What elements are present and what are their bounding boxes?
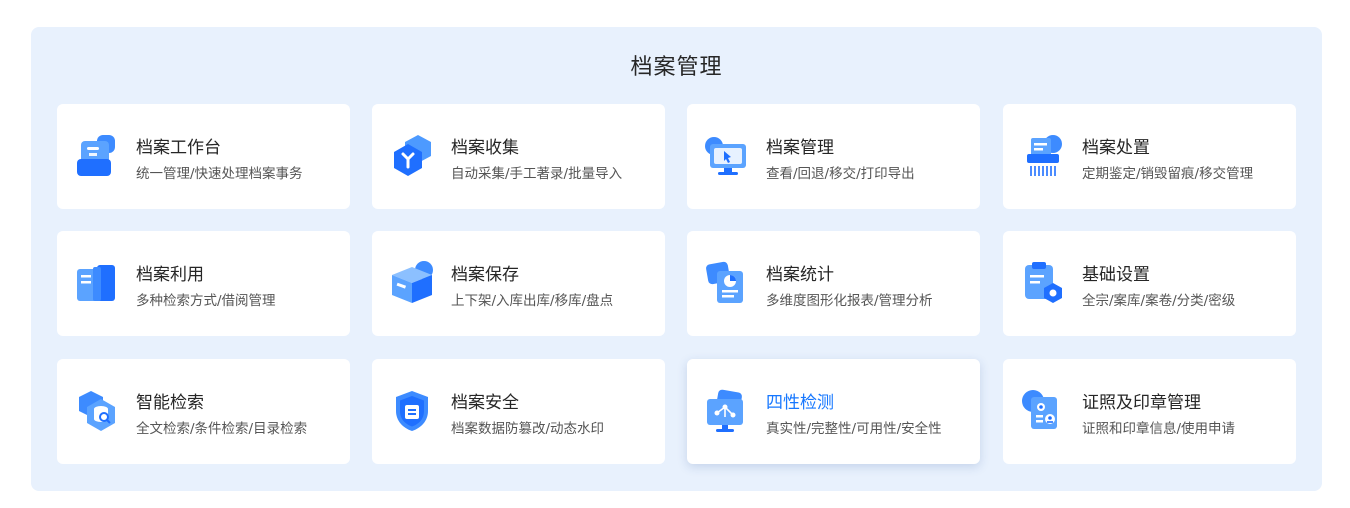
card-description: 查看/回退/移交/打印导出 xyxy=(766,166,915,182)
card-title: 档案收集 xyxy=(451,138,519,158)
card-title: 档案统计 xyxy=(766,265,834,285)
open-book-icon xyxy=(77,265,115,301)
card-archive-disposal[interactable]: 档案处置 定期鉴定/销毁留痕/移交管理 xyxy=(1003,104,1296,209)
card-archive-security[interactable]: 档案安全 档案数据防篡改/动态水印 xyxy=(372,359,665,464)
card-description: 统一管理/快速处理档案事务 xyxy=(136,166,303,182)
card-title: 档案处置 xyxy=(1082,138,1150,158)
card-description: 自动采集/手工著录/批量导入 xyxy=(451,166,623,182)
collect-icon xyxy=(394,135,431,176)
clipboard-settings-icon xyxy=(1025,262,1062,303)
network-monitor-icon xyxy=(707,389,743,432)
card-archive-utilization[interactable]: 档案利用 多种检索方式/借阅管理 xyxy=(57,231,350,336)
card-archive-statistics[interactable]: 档案统计 多维度图形化报表/管理分析 xyxy=(687,231,980,336)
card-description: 档案数据防篡改/动态水印 xyxy=(451,421,605,437)
panel-title: 档案管理 xyxy=(630,55,723,80)
card-description: 多种检索方式/借阅管理 xyxy=(136,293,276,309)
card-title: 档案保存 xyxy=(451,265,519,285)
card-title: 档案安全 xyxy=(451,393,519,413)
card-smart-search[interactable]: 智能检索 全文检索/条件检索/目录检索 xyxy=(57,359,350,464)
database-search-icon xyxy=(79,391,115,431)
card-title: 档案利用 xyxy=(136,265,204,285)
card-title: 证照及印章管理 xyxy=(1082,393,1201,413)
card-certificate-stamp-management[interactable]: 证照及印章管理 证照和印章信息/使用申请 xyxy=(1003,359,1296,464)
card-description: 全宗/案库/案卷/分类/密级 xyxy=(1082,293,1236,309)
card-title: 四性检测 xyxy=(766,393,834,413)
report-chart-icon xyxy=(706,261,743,303)
card-title: 档案工作台 xyxy=(136,138,221,158)
card-archive-collection[interactable]: 档案收集 自动采集/手工著录/批量导入 xyxy=(372,104,665,209)
card-four-properties-check[interactable]: 四性检测 真实性/完整性/可用性/安全性 xyxy=(687,359,980,464)
card-description: 多维度图形化报表/管理分析 xyxy=(766,293,933,309)
card-archive-workbench[interactable]: 档案工作台 统一管理/快速处理档案事务 xyxy=(57,104,350,209)
card-archive-preservation[interactable]: 档案保存 上下架/入库出库/移库/盘点 xyxy=(372,231,665,336)
certificate-stamp-icon xyxy=(1022,390,1057,429)
card-title: 基础设置 xyxy=(1082,265,1150,285)
card-description: 定期鉴定/销毁留痕/移交管理 xyxy=(1082,166,1254,182)
card-description: 证照和印章信息/使用申请 xyxy=(1082,421,1236,437)
card-basic-settings[interactable]: 基础设置 全宗/案库/案卷/分类/密级 xyxy=(1003,231,1296,336)
storage-box-icon xyxy=(392,261,433,303)
archive-management-panel: 档案管理 档案工作台 统一管理/快速处理档案事务 档案收集 自动采集/手工著录/… xyxy=(31,27,1322,491)
card-title: 智能检索 xyxy=(136,393,204,413)
workbench-icon xyxy=(77,135,115,176)
card-description: 上下架/入库出库/移库/盘点 xyxy=(451,293,614,309)
card-description: 全文检索/条件检索/目录检索 xyxy=(136,421,308,437)
shredder-icon xyxy=(1027,135,1062,176)
monitor-cursor-icon xyxy=(705,137,746,175)
card-title: 档案管理 xyxy=(766,138,834,158)
shield-lock-icon xyxy=(396,391,428,431)
card-archive-management[interactable]: 档案管理 查看/回退/移交/打印导出 xyxy=(687,104,980,209)
card-description: 真实性/完整性/可用性/安全性 xyxy=(766,421,942,437)
